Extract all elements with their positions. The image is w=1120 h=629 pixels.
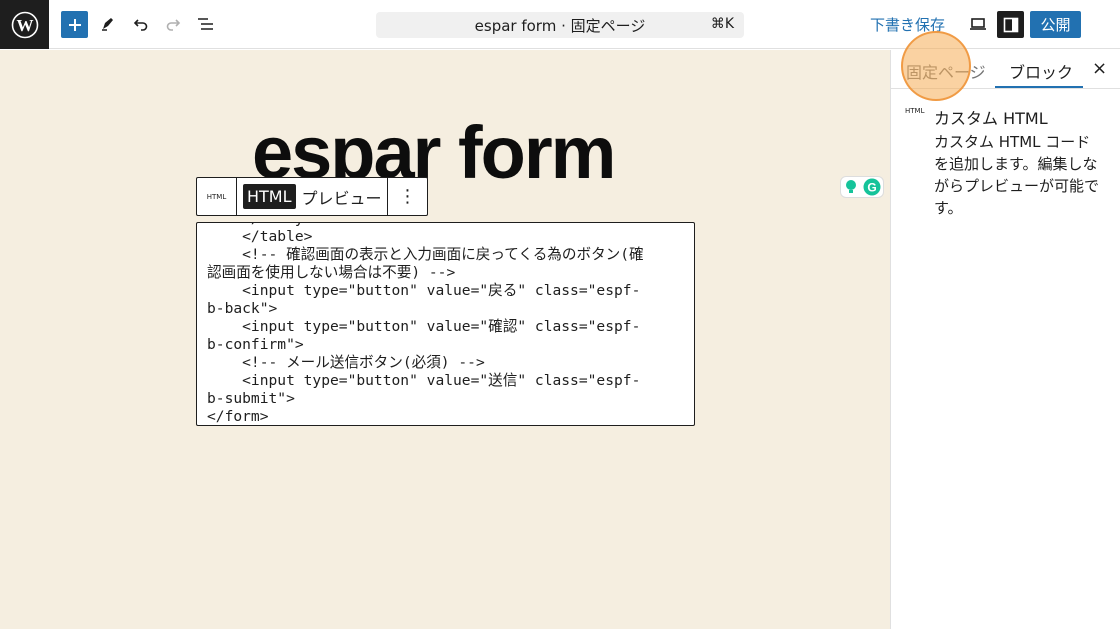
code-line: b-submit">: [207, 390, 295, 407]
code-line: <!-- メール送信ボタン(必須) -->: [207, 354, 485, 371]
grammarly-widget[interactable]: G: [840, 176, 884, 198]
code-line: </table>: [207, 228, 313, 245]
close-sidebar-button[interactable]: ×: [1092, 58, 1107, 79]
wordpress-logo-button[interactable]: W: [0, 0, 49, 49]
code-line: <input type="button" value="戻る" class="e…: [207, 282, 641, 299]
document-title: espar form · 固定ページ: [474, 16, 646, 35]
redo-button[interactable]: [159, 10, 187, 38]
sidebar-icon: [1003, 17, 1018, 32]
list-view-icon: [198, 18, 213, 30]
preview-device-button[interactable]: [964, 10, 992, 38]
document-bar[interactable]: espar form · 固定ページ ⌘K: [376, 12, 744, 38]
code-line: </form>: [207, 408, 269, 425]
html-mode-button[interactable]: HTML: [243, 184, 296, 209]
desktop-icon: [970, 18, 986, 30]
settings-toggle-button[interactable]: [997, 11, 1024, 38]
block-toolbar: HTML HTML プレビュー ⋮: [196, 177, 428, 216]
lightbulb-icon: [845, 180, 856, 193]
pencil-icon: [102, 18, 113, 31]
tools-button[interactable]: [94, 10, 122, 38]
publish-button[interactable]: 公開: [1030, 11, 1081, 38]
more-vertical-icon: ⋮: [398, 186, 417, 207]
undo-icon: [133, 19, 148, 31]
add-block-button[interactable]: [61, 11, 88, 38]
code-line: b-back">: [207, 300, 278, 317]
block-card-description: カスタム HTML コードを追加します。編集しながらプレビューが可能です。: [934, 133, 1100, 217]
block-card-title: カスタム HTML: [934, 109, 1048, 128]
grammarly-icon: G: [863, 178, 880, 196]
document-overview-button[interactable]: [192, 10, 220, 38]
click-highlight: [901, 31, 971, 101]
plus-icon: [68, 18, 81, 31]
editor-canvas: espar form HTML HTML プレビュー ⋮ </tbody> </…: [0, 50, 890, 629]
preview-mode-button[interactable]: プレビュー: [302, 185, 382, 209]
code-line: b-confirm">: [207, 336, 304, 353]
command-shortcut: ⌘K: [710, 16, 734, 32]
svg-text:W: W: [16, 16, 33, 35]
tab-block[interactable]: ブロック: [1009, 59, 1073, 83]
wordpress-icon: W: [11, 11, 38, 38]
code-line: 認画面を使用しない場合は不要) -->: [207, 264, 456, 281]
code-line: <!-- 確認画面の表示と入力画面に戻ってくる為のボタン(確: [207, 246, 644, 263]
svg-text:G: G: [867, 181, 876, 195]
html-code-editor[interactable]: </tbody> </table> <!-- 確認画面の表示と入力画面に戻ってく…: [196, 222, 695, 426]
settings-sidebar: 固定ページ ブロック × HTML カスタム HTML カスタム HTML コー…: [890, 50, 1120, 629]
code-line: <input type="button" value="送信" class="e…: [207, 372, 641, 389]
redo-icon: [166, 19, 181, 31]
code-line: <input type="button" value="確認" class="e…: [207, 318, 641, 335]
html-block-icon: HTML: [905, 107, 925, 115]
close-icon: ×: [1092, 58, 1108, 79]
block-type-button[interactable]: HTML: [197, 178, 237, 215]
more-options-button[interactable]: ⋮: [387, 178, 427, 215]
undo-button[interactable]: [127, 10, 155, 38]
